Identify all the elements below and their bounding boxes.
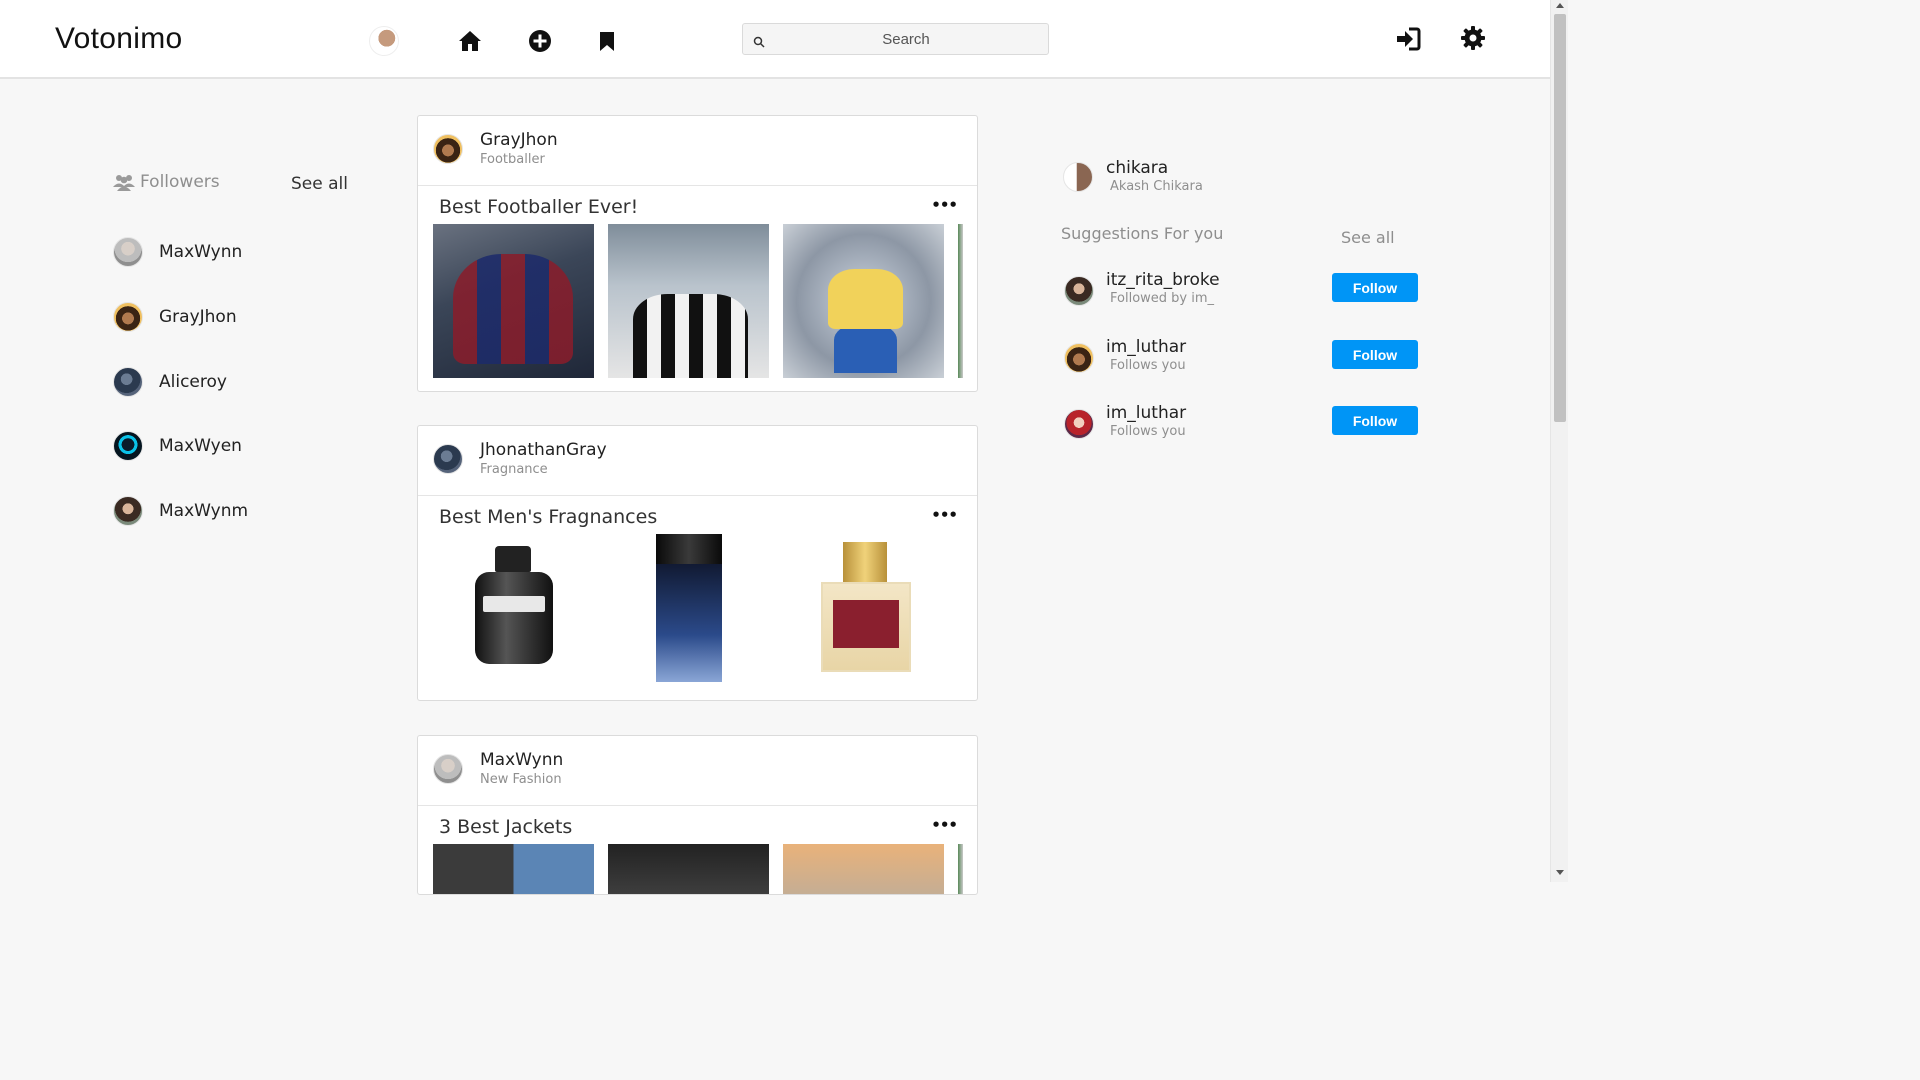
post-category: New Fashion [480, 772, 562, 787]
post-image[interactable] [608, 534, 769, 688]
post-title: 3 Best Jackets [439, 816, 573, 838]
current-full-name: Akash Chikara [1110, 179, 1203, 194]
avatar [113, 496, 143, 526]
post-header: JhonathanGray Fragnance [418, 426, 977, 496]
post-category: Footballer [480, 152, 545, 167]
follower-item[interactable]: MaxWynn [113, 237, 242, 267]
suggestion-item: im_luthar Follows you Follow [1064, 403, 1424, 443]
suggestion-username[interactable]: im_luthar [1106, 403, 1186, 423]
post-image[interactable] [783, 224, 944, 378]
search-icon [753, 33, 765, 52]
bottle-body [475, 572, 553, 664]
gear-icon[interactable] [1460, 25, 1486, 51]
suggestion-subtitle: Follows you [1110, 424, 1186, 439]
post-image-carousel[interactable] [433, 224, 963, 380]
avatar [113, 237, 143, 267]
follow-button[interactable]: Follow [1332, 406, 1418, 435]
follower-name: MaxWynm [159, 501, 249, 521]
post-header: GrayJhon Footballer [418, 116, 977, 186]
post-image-carousel[interactable] [433, 534, 963, 690]
bottle-body [656, 564, 722, 682]
users-icon [113, 175, 135, 191]
bottle-label [483, 596, 545, 612]
followers-heading: Followers [113, 172, 220, 192]
post-card: JhonathanGray Fragnance Best Men's Fragn… [417, 425, 978, 701]
post-image[interactable] [433, 534, 594, 688]
search-box [742, 23, 1049, 55]
scroll-up-arrow-icon[interactable] [1556, 3, 1564, 8]
post-image[interactable] [608, 844, 769, 894]
avatar[interactable] [1063, 162, 1093, 192]
avatar[interactable] [1064, 409, 1094, 439]
follower-name: MaxWyen [159, 436, 242, 456]
add-circle-icon[interactable] [527, 28, 553, 54]
follower-item[interactable]: MaxWyen [113, 431, 242, 461]
post-title: Best Footballer Ever! [439, 196, 639, 218]
follower-name: Aliceroy [159, 372, 227, 392]
post-image[interactable] [958, 844, 963, 894]
bottle-cap [843, 542, 887, 582]
top-navbar: Votonimo [0, 0, 1550, 79]
avatar[interactable] [433, 754, 463, 784]
follower-name: MaxWynn [159, 242, 243, 262]
app-logo[interactable]: Votonimo [55, 22, 182, 56]
avatar [113, 302, 143, 332]
home-icon[interactable] [457, 28, 483, 54]
post-card: MaxWynn New Fashion 3 Best Jackets ••• [417, 735, 978, 895]
scroll-down-arrow-icon[interactable] [1556, 870, 1564, 875]
post-image[interactable] [783, 844, 944, 894]
suggestion-item: im_luthar Follows you Follow [1064, 337, 1424, 377]
post-image[interactable] [608, 224, 769, 378]
more-options-icon[interactable]: ••• [931, 816, 958, 834]
suggestion-username[interactable]: im_luthar [1106, 337, 1186, 357]
more-options-icon[interactable]: ••• [931, 196, 958, 214]
current-username[interactable]: chikara [1106, 158, 1168, 178]
follower-item[interactable]: MaxWynm [113, 496, 248, 526]
post-username[interactable]: JhonathanGray [480, 440, 607, 460]
post-title: Best Men's Fragnances [439, 506, 658, 528]
bottle-label [833, 600, 899, 648]
suggestion-username[interactable]: itz_rita_broke [1106, 270, 1220, 290]
post-category: Fragnance [480, 462, 548, 477]
more-options-icon[interactable]: ••• [931, 506, 958, 524]
followers-label: Followers [140, 172, 220, 192]
follow-button[interactable]: Follow [1332, 273, 1418, 302]
follow-button[interactable]: Follow [1332, 340, 1418, 369]
page-scrollbar[interactable] [1550, 0, 1568, 882]
avatar[interactable] [1064, 276, 1094, 306]
follower-item[interactable]: Aliceroy [113, 367, 227, 397]
follower-name: GrayJhon [159, 307, 237, 327]
scroll-thumb[interactable] [1554, 14, 1566, 422]
post-image[interactable] [433, 224, 594, 378]
post-image-carousel[interactable] [433, 844, 963, 894]
avatar [113, 367, 143, 397]
avatar[interactable] [433, 444, 463, 474]
follower-item[interactable]: GrayJhon [113, 302, 237, 332]
search-input[interactable] [771, 24, 1041, 54]
post-username[interactable]: MaxWynn [480, 750, 563, 770]
profile-avatar[interactable] [369, 26, 399, 56]
login-icon[interactable] [1395, 26, 1421, 52]
post-image[interactable] [958, 224, 963, 378]
suggestion-item: itz_rita_broke Followed by im_ Follow [1064, 270, 1424, 310]
suggestion-subtitle: Followed by im_ [1110, 291, 1215, 306]
post-image[interactable] [783, 534, 944, 688]
post-card: GrayJhon Footballer Best Footballer Ever… [417, 115, 978, 392]
suggestions-heading: Suggestions For you [1061, 224, 1224, 243]
avatar[interactable] [433, 134, 463, 164]
bookmark-icon[interactable] [594, 28, 620, 54]
bottle-cap [656, 534, 722, 564]
post-header: MaxWynn New Fashion [418, 736, 977, 806]
avatar [113, 431, 143, 461]
post-username[interactable]: GrayJhon [480, 130, 558, 150]
suggestion-subtitle: Follows you [1110, 358, 1186, 373]
bottle-cap [495, 546, 531, 572]
avatar[interactable] [1064, 343, 1094, 373]
followers-see-all-link[interactable]: See all [291, 174, 348, 194]
post-image[interactable] [433, 844, 594, 894]
suggestions-see-all-link[interactable]: See all [1341, 228, 1395, 247]
